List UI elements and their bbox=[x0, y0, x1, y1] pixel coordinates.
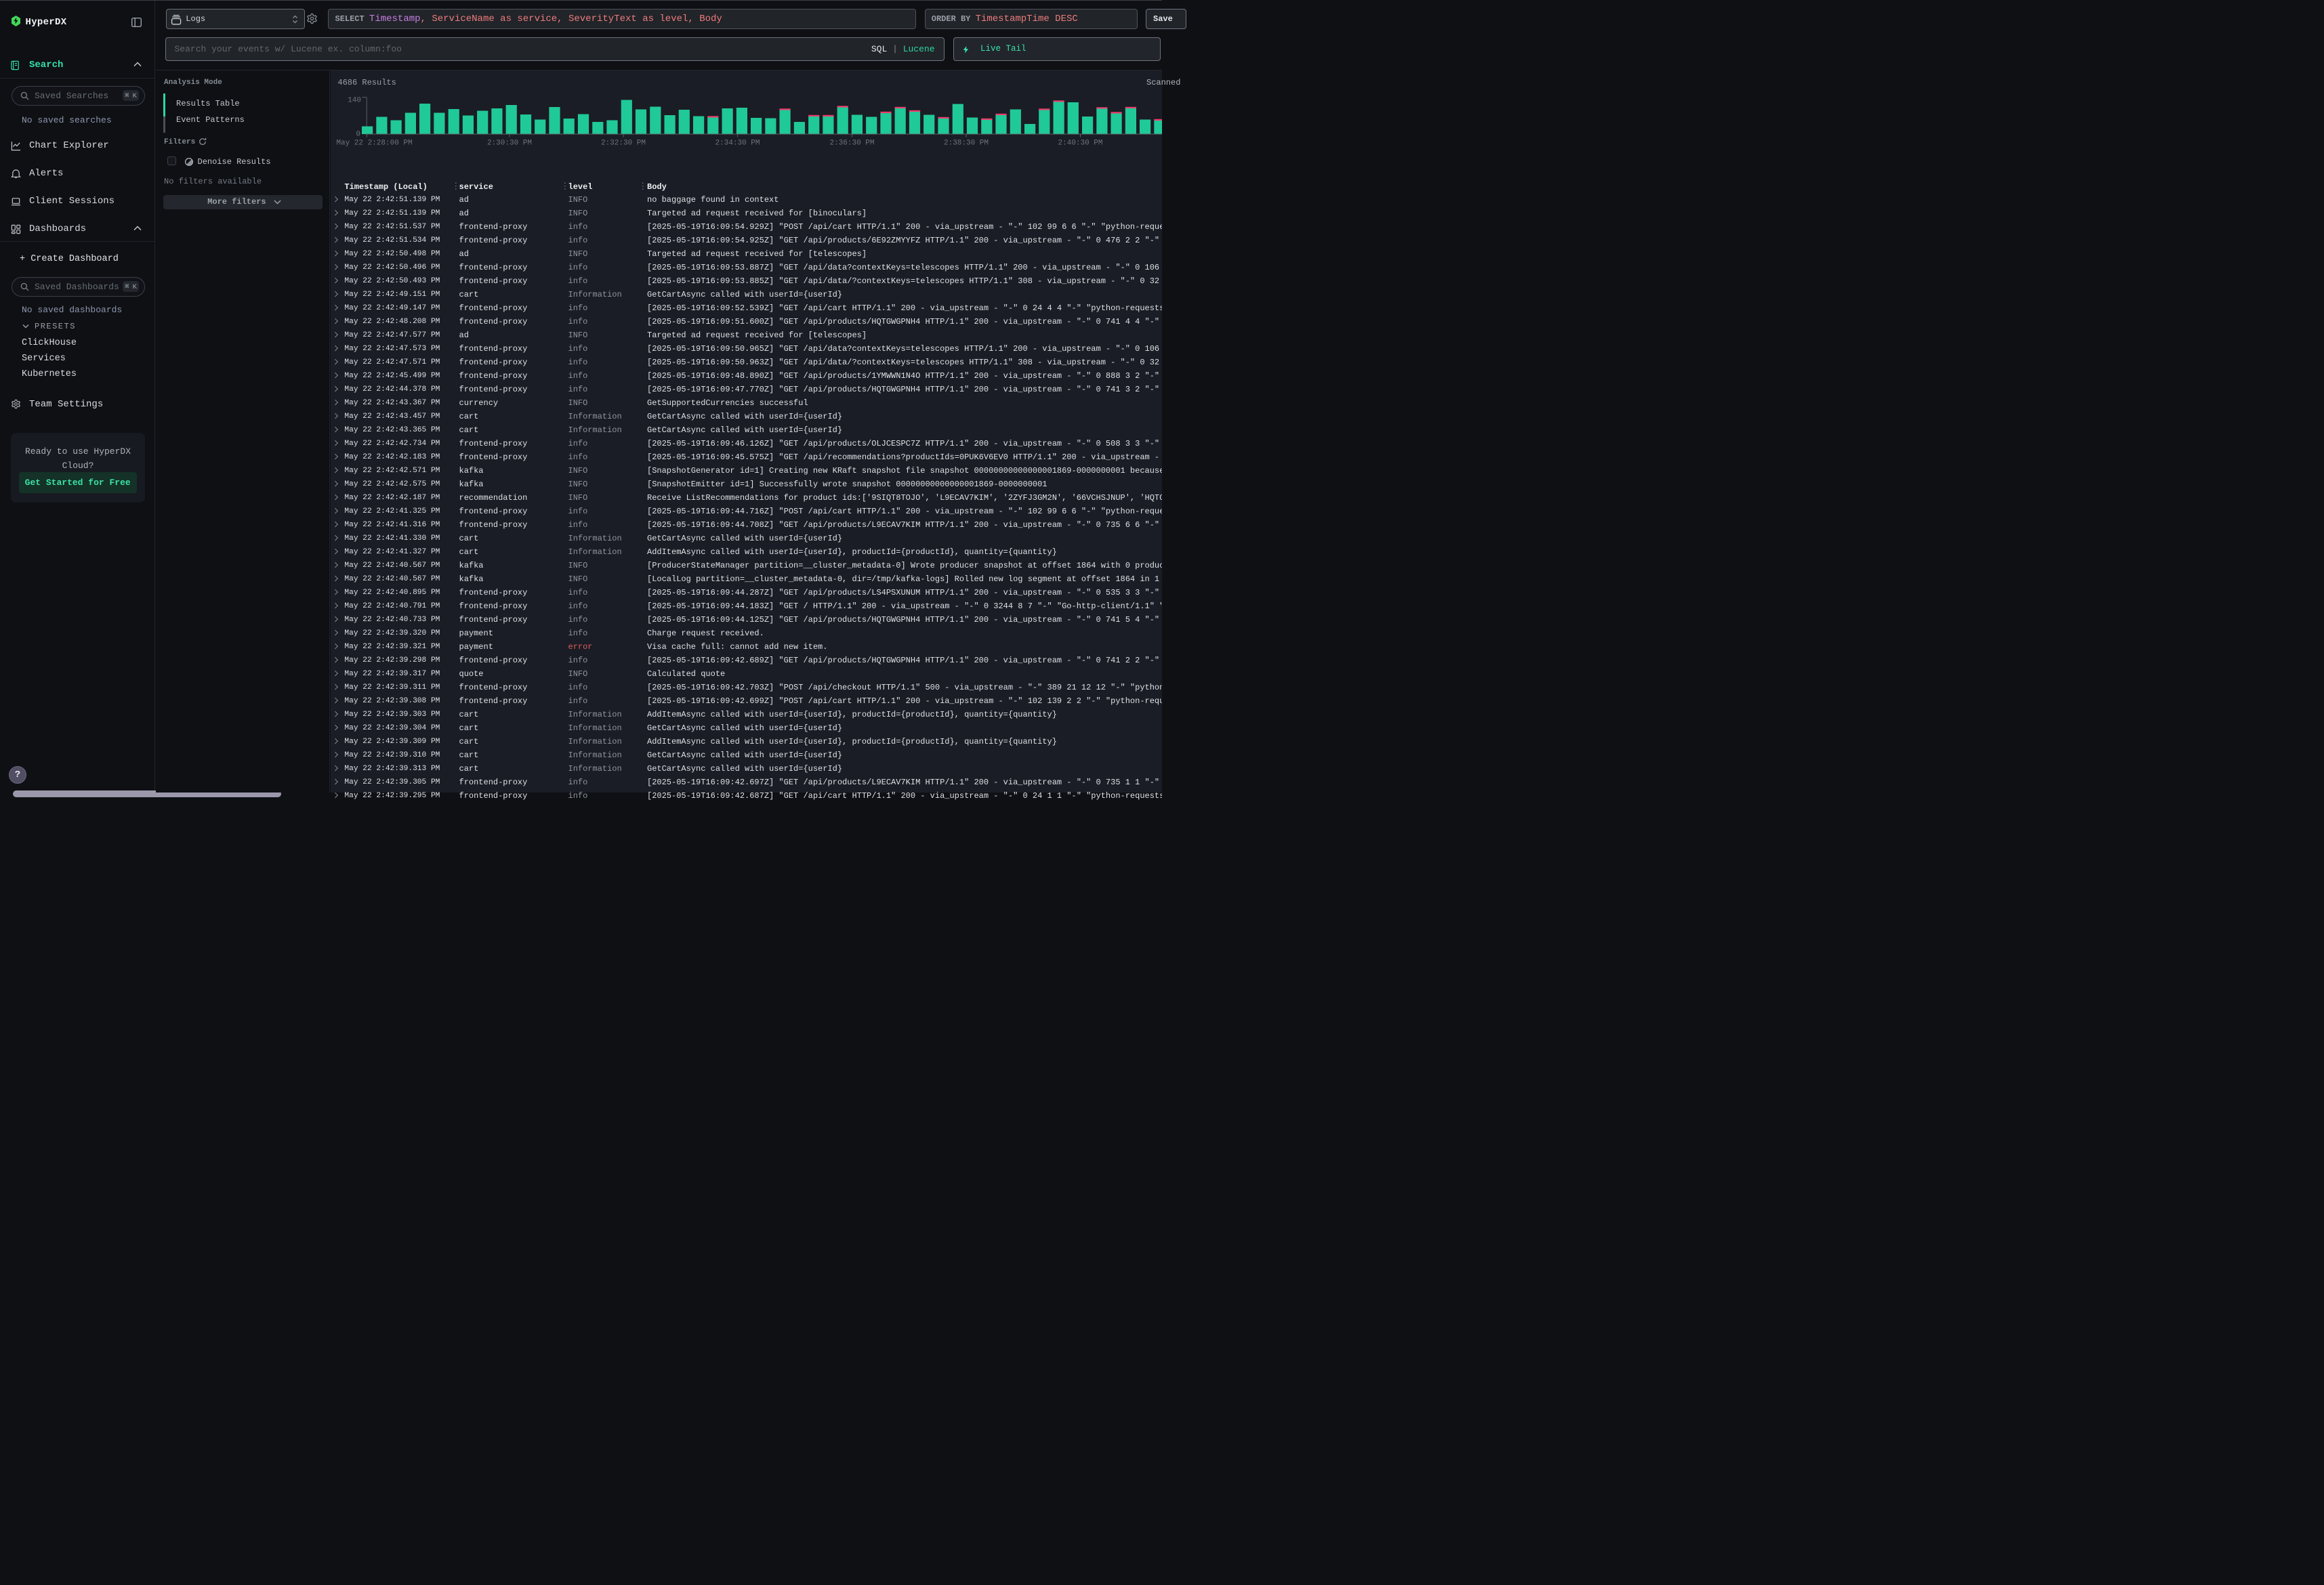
svg-text:2:32:30 PM: 2:32:30 PM bbox=[601, 140, 646, 148]
svg-text:2:40:30 PM: 2:40:30 PM bbox=[1058, 140, 1102, 148]
svg-text:May 22 2:28:00 PM: May 22 2:28:00 PM bbox=[336, 140, 412, 148]
svg-text:2:30:30 PM: 2:30:30 PM bbox=[487, 140, 532, 148]
svg-text:2:36:30 PM: 2:36:30 PM bbox=[829, 140, 874, 148]
svg-text:2:34:30 PM: 2:34:30 PM bbox=[715, 140, 760, 148]
svg-text:2:38:30 PM: 2:38:30 PM bbox=[944, 140, 989, 148]
svg-text:0: 0 bbox=[356, 131, 360, 139]
svg-text:140: 140 bbox=[348, 97, 361, 105]
